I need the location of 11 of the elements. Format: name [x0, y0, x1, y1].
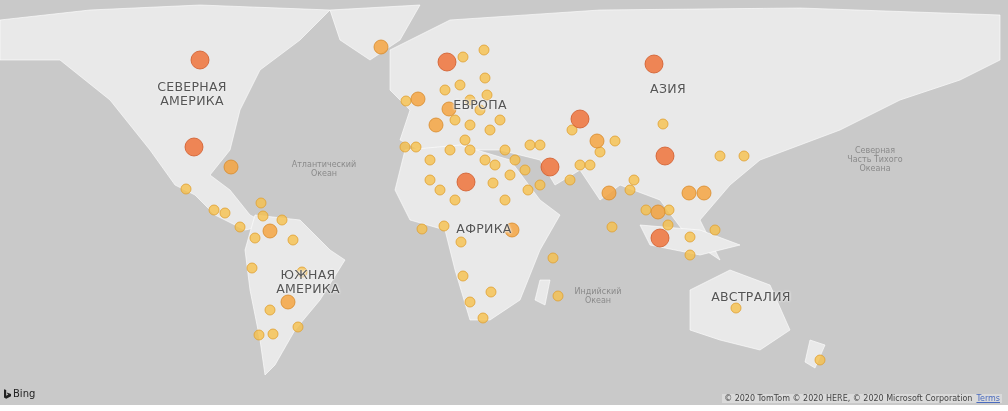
- ocean-label: Индийский Океан: [573, 287, 623, 306]
- ocean-label: Атлантический Океан: [290, 160, 358, 179]
- terms-link[interactable]: Terms: [976, 394, 1000, 403]
- logo-icon: [4, 388, 11, 399]
- continent-label: АВСТРАЛИЯ: [710, 290, 792, 305]
- logo-text: Bing: [13, 388, 36, 399]
- continent-label: АЗИЯ: [649, 82, 687, 97]
- copyright-text: © 2020 TomTom © 2020 HERE, © 2020 Microsoft Corporation: [724, 394, 973, 403]
- ocean-label: Северная Часть Тихого Океана: [846, 146, 904, 174]
- continent-label: ЮЖНАЯ АМЕРИКА: [275, 268, 341, 297]
- continent-label: СЕВЕРНАЯ АМЕРИКА: [156, 80, 228, 109]
